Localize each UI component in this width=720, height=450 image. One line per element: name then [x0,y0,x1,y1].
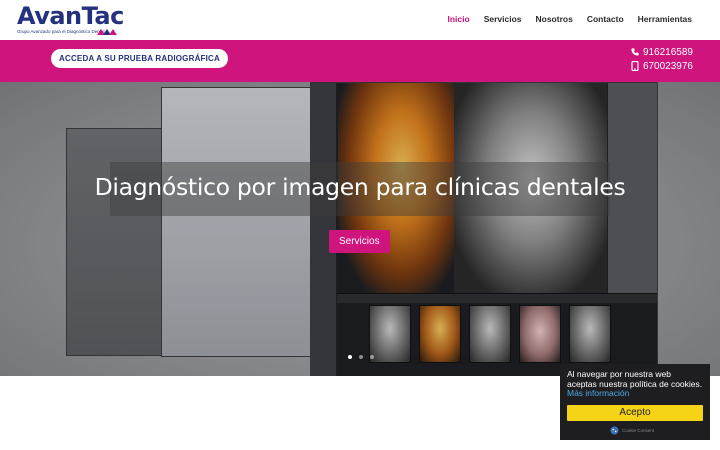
hero-title: Diagnóstico por imagen para clínicas den… [94,173,626,201]
phone-line-1[interactable]: 916216589 [631,45,693,59]
nav-item-contacto[interactable]: Contacto [587,14,624,24]
phone-list: 916216589 670023976 [631,45,693,73]
cookie-banner: Al navegar por nuestra web aceptas nuest… [560,364,710,440]
main-nav: Inicio Servicios Nosotros Contacto Herra… [447,14,692,24]
phone-line-2[interactable]: 670023976 [631,59,693,73]
hero-slider: Diagnóstico por imagen para clínicas den… [0,82,720,376]
phone-number-2: 670023976 [642,60,693,72]
slider-dot[interactable] [359,355,363,359]
cookie-message: Al navegar por nuestra web aceptas nuest… [567,369,703,389]
hero-services-button[interactable]: Servicios [329,230,390,253]
slider-dot[interactable] [370,355,374,359]
page: AvanTac Grupo Avanzado para el Diagnósti… [0,0,720,450]
phone-icon [631,48,639,56]
logo-text: AvanTac [17,2,124,30]
slider-dots [348,355,374,359]
site-header: AvanTac Grupo Avanzado para el Diagnósti… [0,0,720,40]
nav-item-servicios[interactable]: Servicios [484,14,522,24]
nav-item-nosotros[interactable]: Nosotros [536,14,573,24]
phone-number-1: 916216589 [642,46,693,58]
cookie-consent-brand[interactable]: Cookie Consent [610,426,654,435]
slider-dot-active[interactable] [348,355,352,359]
cookie-consent-logo-icon [610,426,619,435]
hero-overlay [0,82,720,376]
nav-item-herramientas[interactable]: Herramientas [638,14,692,24]
cookie-more-info-link[interactable]: Más información [567,388,629,398]
radiography-access-button[interactable]: ACCEDA A SU PRUEBA RADIOGRÁFICA [51,49,229,68]
mobile-icon [631,61,639,71]
cookie-text: Al navegar por nuestra web aceptas nuest… [567,369,703,399]
promo-bar: ACCEDA A SU PRUEBA RADIOGRÁFICA 91621658… [0,40,720,82]
cookie-accept-button[interactable]: Acepto [567,405,703,421]
cookie-consent-brand-name: Cookie Consent [622,428,655,433]
logo-mark-icon [97,29,117,35]
nav-item-inicio[interactable]: Inicio [447,14,469,24]
logo[interactable]: AvanTac Grupo Avanzado para el Diagnósti… [17,3,127,37]
